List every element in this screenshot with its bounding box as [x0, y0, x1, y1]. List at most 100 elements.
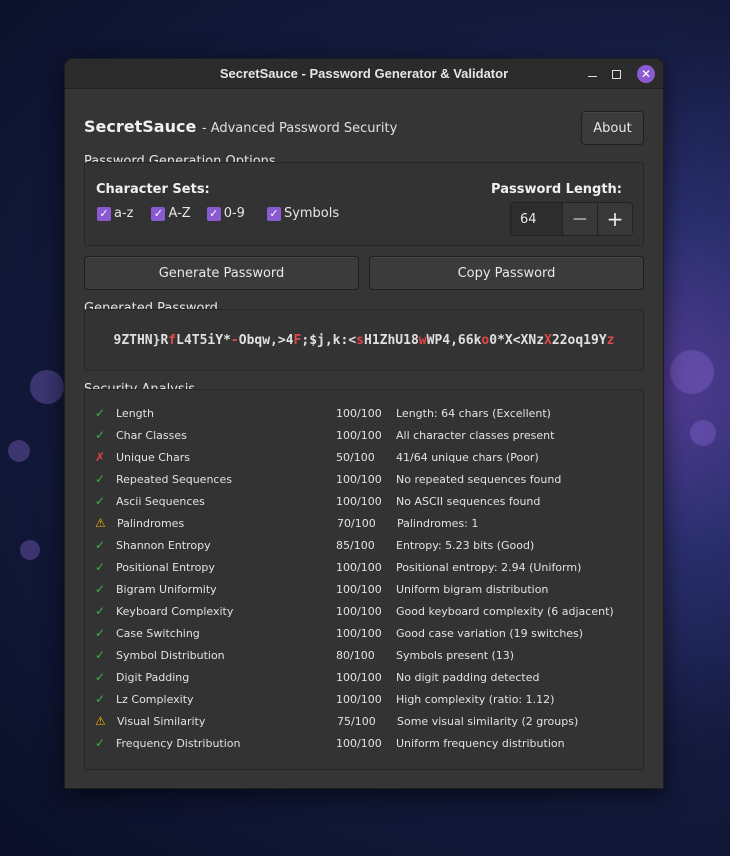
analysis-score: 100/100: [336, 670, 382, 684]
password-segment: Obqw,>4: [238, 332, 294, 348]
analysis-name: Lz Complexity: [116, 692, 194, 706]
password-highlight-char: w: [418, 332, 427, 348]
analysis-description: Entropy: 5.23 bits (Good): [396, 538, 535, 552]
analysis-name: Char Classes: [116, 428, 187, 442]
analysis-score: 100/100: [336, 494, 382, 508]
analysis-score: 100/100: [336, 626, 382, 640]
app-title: SecretSauce - Advanced Password Security: [84, 117, 397, 136]
password-highlight-char: -: [230, 332, 239, 348]
analysis-description: Some visual similarity (2 groups): [397, 714, 579, 728]
password-segment: WP4,66k: [426, 332, 482, 348]
checkbox-symbols[interactable]: ✓ Symbols: [266, 206, 340, 221]
password-segment: L4T5iY*: [176, 332, 231, 348]
analysis-score: 85/100: [336, 538, 375, 552]
analysis-description: Uniform frequency distribution: [396, 736, 565, 750]
checkbox-label: Symbols: [283, 206, 340, 221]
analysis-description: No digit padding detected: [396, 670, 540, 684]
analysis-name: Palindromes: [117, 516, 185, 530]
analysis-rows: ✓ Length 100/100 Length: 64 chars (Excellen…: [95, 402, 635, 754]
check-icon: ✓: [95, 406, 106, 420]
decrease-length-button[interactable]: —: [561, 203, 597, 235]
check-icon: ✓: [95, 648, 106, 662]
analysis-name: Length: [116, 406, 154, 420]
analysis-score: 80/100: [336, 648, 375, 662]
charsets-title: Character Sets:: [96, 182, 210, 197]
analysis-name: Repeated Sequences: [116, 472, 232, 486]
analysis-row: ✓ Positional Entropy 100/100 Positional ent…: [95, 556, 635, 578]
checkbox-label: 0-9: [223, 206, 245, 221]
analysis-name: Digit Padding: [116, 670, 190, 684]
window-title: SecretSauce - Password Generator & Valid…: [219, 66, 509, 81]
analysis-description: Uniform bigram distribution: [396, 582, 549, 596]
app-subtitle: - Advanced Password Security: [201, 121, 398, 136]
analysis-description: Palindromes: 1: [397, 516, 479, 530]
length-title: Password Length:: [491, 182, 622, 197]
check-icon: ✓: [206, 206, 221, 221]
analysis-name: Positional Entropy: [116, 560, 215, 574]
options-panel: Character Sets: ✓ a-z ✓ A-Z ✓ 0-9 ✓ Symbols …: [84, 162, 644, 246]
password-highlight-char: o: [481, 332, 490, 348]
analysis-row: ✓ Length 100/100 Length: 64 chars (Excellen…: [95, 402, 635, 424]
background-bokeh: [20, 540, 40, 560]
check-icon: ✓: [95, 494, 106, 508]
background-bokeh: [8, 440, 30, 462]
check-icon: ✓: [95, 626, 106, 640]
analysis-row: ✓ Keyboard Complexity 100/100 Good keyboard…: [95, 600, 635, 622]
check-icon: ✓: [151, 206, 166, 221]
copy-password-button[interactable]: Copy Password: [369, 256, 644, 290]
password-segment: 22oq19Y: [551, 332, 607, 348]
analysis-score: 50/100: [336, 450, 375, 464]
about-button[interactable]: About: [581, 111, 644, 145]
analysis-row: ✓ Ascii Sequences 100/100 No ASCII sequence…: [95, 490, 635, 512]
length-input[interactable]: 64: [511, 203, 562, 235]
analysis-row: ✓ Frequency Distribution 100/100 Uniform fr…: [95, 732, 635, 754]
check-icon: ✓: [95, 670, 106, 684]
analysis-name: Keyboard Complexity: [116, 604, 234, 618]
analysis-score: 100/100: [336, 736, 382, 750]
checkbox-lowercase[interactable]: ✓ a-z: [97, 206, 133, 221]
title-bar[interactable]: SecretSauce - Password Generator & Valid…: [65, 59, 663, 89]
checkbox-uppercase[interactable]: ✓ A-Z: [151, 206, 191, 221]
increase-length-button[interactable]: +: [596, 203, 632, 235]
analysis-description: Length: 64 chars (Excellent): [396, 406, 551, 420]
app-header: SecretSauce - Advanced Password Security…: [84, 111, 644, 145]
maximize-icon[interactable]: [605, 59, 627, 89]
analysis-row: ✓ Digit Padding 100/100 No digit padding de…: [95, 666, 635, 688]
analysis-row: ✓ Bigram Uniformity 100/100 Uniform bigram …: [95, 578, 635, 600]
analysis-name: Frequency Distribution: [116, 736, 241, 750]
analysis-score: 100/100: [336, 560, 382, 574]
analysis-row: ✗ Unique Chars 50/100 41/64 unique chars (P…: [95, 446, 635, 468]
analysis-score: 75/100: [337, 714, 376, 728]
analysis-name: Case Switching: [116, 626, 200, 640]
password-highlight-char: s: [356, 332, 364, 348]
check-icon: ✓: [95, 692, 106, 706]
generated-password-panel: 9ZTHN}R f L4T5iY* - Obqw,>4 F ;$j,k:< s H1ZhU18 w…: [84, 309, 644, 371]
analysis-description: High complexity (ratio: 1.12): [396, 692, 555, 706]
analysis-row: ✓ Char Classes 100/100 All character classe…: [95, 424, 635, 446]
check-icon: ✓: [95, 472, 106, 486]
length-spinner: 64 — +: [510, 202, 633, 236]
password-highlight-char: F: [293, 332, 302, 348]
generate-password-button[interactable]: Generate Password: [84, 256, 359, 290]
generated-password-text[interactable]: 9ZTHN}R f L4T5iY* - Obqw,>4 F ;$j,k:< s H1ZhU18 w…: [85, 310, 643, 370]
analysis-score: 100/100: [336, 472, 382, 486]
close-icon[interactable]: ✕: [637, 65, 655, 83]
check-icon: ✓: [95, 538, 106, 552]
check-icon: ✓: [95, 560, 106, 574]
check-icon: ✓: [95, 604, 106, 618]
checkbox-digits[interactable]: ✓ 0-9: [206, 206, 245, 221]
minimize-icon[interactable]: [581, 59, 603, 89]
analysis-description: No ASCII sequences found: [396, 494, 541, 508]
background-bokeh: [690, 420, 716, 446]
password-highlight-char: f: [168, 332, 177, 348]
analysis-description: Good keyboard complexity (6 adjacent): [396, 604, 614, 618]
app-name: SecretSauce: [84, 117, 197, 136]
analysis-score: 70/100: [337, 516, 376, 530]
analysis-row: ⚠ Palindromes 70/100 Palindromes: 1: [95, 512, 635, 534]
check-icon: ✓: [95, 736, 106, 750]
password-highlight-char: z: [606, 332, 615, 348]
cross-icon: ✗: [95, 450, 106, 464]
check-icon: ✓: [95, 428, 106, 442]
analysis-description: Good case variation (19 switches): [396, 626, 584, 640]
check-icon: ✓: [95, 582, 106, 596]
